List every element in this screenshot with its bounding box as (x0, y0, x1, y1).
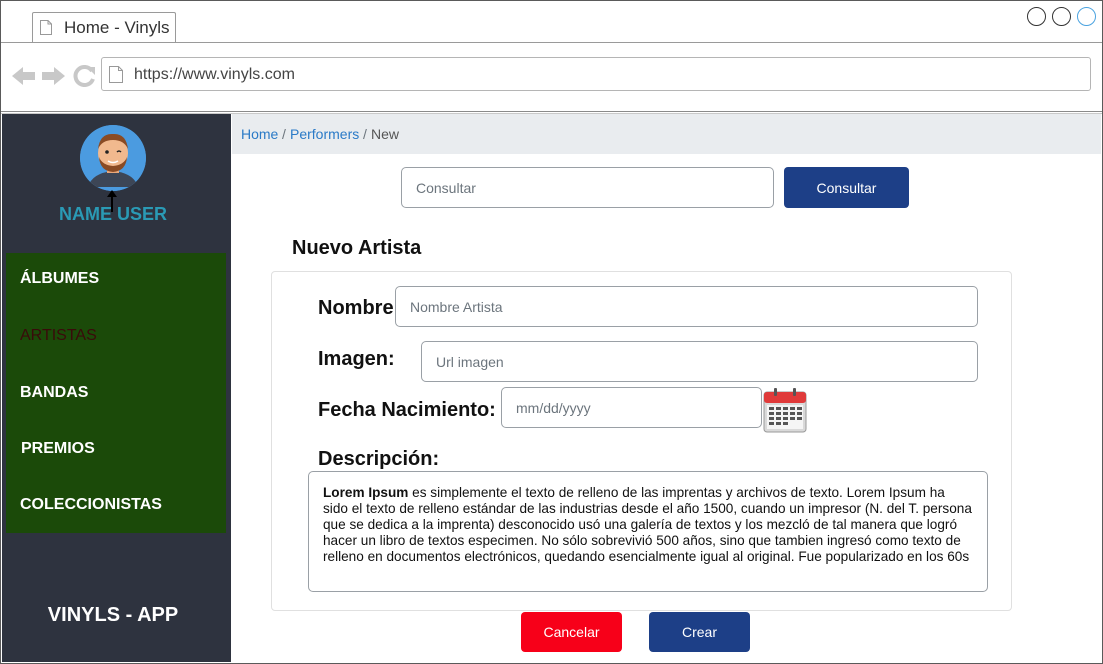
page-icon (109, 66, 123, 83)
user-avatar-icon (80, 125, 146, 191)
user-name: NAME USER (58, 204, 167, 224)
form-title: Nuevo Artista (292, 237, 422, 259)
sidebar-item-premios[interactable]: PREMIOS (21, 440, 95, 458)
birth-date-input[interactable] (501, 387, 762, 428)
sidebar-item-albumes[interactable]: ÁLBUMES (20, 270, 99, 288)
window-minimize-button[interactable] (1027, 7, 1046, 26)
browser-tab[interactable]: Home - Vinyls (32, 12, 176, 42)
tab-bar: Home - Vinyls (1, 1, 1102, 42)
image-url-input[interactable] (421, 341, 978, 382)
description-label: Descripción: (318, 448, 440, 470)
search-button[interactable]: Consultar (784, 167, 909, 208)
breadcrumb-performers[interactable]: Performers (290, 126, 359, 142)
description-textarea[interactable]: Lorem Ipsum es simplemente el texto de r… (308, 471, 988, 592)
artist-name-input[interactable] (395, 286, 978, 327)
sidebar-menu: ÁLBUMES ARTISTAS BANDAS PREMIOS COLECCIO… (6, 253, 226, 533)
search-input[interactable] (401, 167, 774, 208)
app-name: VINYLS - APP (47, 604, 179, 626)
breadcrumb: Home / Performers / New (232, 114, 1101, 154)
sidebar-item-bandas[interactable]: BANDAS (20, 384, 88, 402)
window-maximize-button[interactable] (1052, 7, 1071, 26)
chrome-divider (1, 111, 1102, 112)
description-bold-text: Lorem Ipsum (323, 485, 409, 500)
breadcrumb-home[interactable]: Home (241, 126, 278, 142)
tab-title: Home - Vinyls (64, 18, 170, 37)
url-text: https://www.vinyls.com (134, 66, 295, 83)
avatar[interactable] (80, 125, 146, 191)
breadcrumb-current: New (371, 126, 400, 142)
birth-date-label: Fecha Nacimiento: (318, 399, 496, 421)
window-close-button[interactable] (1077, 7, 1096, 26)
document-icon (40, 20, 52, 35)
refresh-icon[interactable] (73, 65, 97, 87)
sidebar-item-coleccionistas[interactable]: COLECCIONISTAS (20, 496, 162, 514)
forward-arrow-icon[interactable] (41, 65, 65, 87)
name-label: Nombre (318, 297, 394, 319)
address-bar[interactable]: https://www.vinyls.com (101, 57, 1091, 91)
back-arrow-icon[interactable] (12, 65, 36, 87)
create-button[interactable]: Crear (649, 612, 750, 652)
calendar-icon[interactable] (763, 387, 807, 433)
image-label: Imagen: (318, 348, 395, 370)
description-text: es simplemente el texto de relleno de la… (323, 485, 972, 564)
sidebar: NAME USER ÁLBUMES ARTISTAS BANDAS PREMIO… (2, 114, 231, 662)
breadcrumb-separator: / (363, 126, 367, 142)
sidebar-item-artistas[interactable]: ARTISTAS (20, 327, 97, 345)
cancel-button[interactable]: Cancelar (521, 612, 622, 652)
breadcrumb-separator: / (282, 126, 286, 142)
